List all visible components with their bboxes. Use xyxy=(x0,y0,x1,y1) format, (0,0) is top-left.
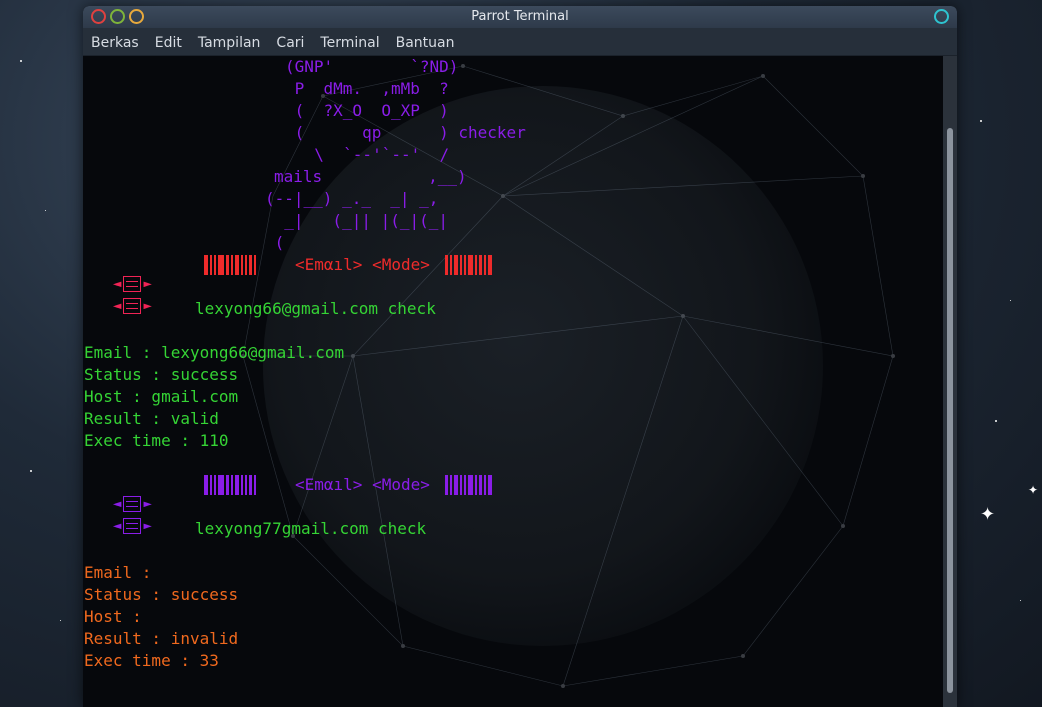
menu-edit[interactable]: Edit xyxy=(155,33,182,51)
barcode-decoration xyxy=(445,474,494,496)
menu-berkas[interactable]: Berkas xyxy=(91,33,139,51)
sparkle-icon: ✦ xyxy=(1028,483,1039,497)
ascii-banner-line: (GNP' `?ND) xyxy=(285,57,459,76)
command-line: lexyong77gmail.com check xyxy=(195,519,427,538)
exec-time-output: Exec time : 110 xyxy=(84,431,229,450)
vertical-scrollbar[interactable] xyxy=(943,56,957,707)
cpu-chip-icon: ◄ ► xyxy=(113,496,152,512)
status-output: Status : success xyxy=(84,365,239,384)
barcode-decoration xyxy=(204,254,258,276)
menu-tampilan[interactable]: Tampilan xyxy=(198,33,261,51)
ascii-banner-line: ( ?X_O O_XP ) xyxy=(285,101,449,120)
menu-cari[interactable]: Cari xyxy=(276,33,304,51)
ascii-banner-line: mails ,__) xyxy=(274,167,467,186)
status-output: Status : success xyxy=(84,585,239,604)
cpu-chip-icon: ◄ ► xyxy=(113,518,152,534)
sparkle-icon: ✦ xyxy=(980,504,996,525)
result-output: Result : valid xyxy=(84,409,219,428)
ascii-banner-line: _| (_|| |(_|(_| xyxy=(265,211,449,230)
ascii-banner-line: P dMm. ,mMb ? xyxy=(285,79,449,98)
mode-label: <Emαıl> <Mode> xyxy=(295,255,430,274)
ascii-banner-line: ( qp ) checker xyxy=(285,123,526,142)
email-output: Email : xyxy=(84,563,152,582)
title-bar[interactable]: Parrot Terminal xyxy=(83,6,957,28)
mode-label: <Emαıl> <Mode> xyxy=(295,475,430,494)
cpu-chip-icon: ◄ ► xyxy=(113,276,152,292)
menu-terminal[interactable]: Terminal xyxy=(320,33,379,51)
menu-bantuan[interactable]: Bantuan xyxy=(396,33,455,51)
barcode-decoration xyxy=(204,474,258,496)
host-output: Host : gmail.com xyxy=(84,387,239,406)
ascii-banner-line: (--|__) _._ _| _, xyxy=(265,189,439,208)
host-output: Host : xyxy=(84,607,142,626)
ascii-banner-line: ( xyxy=(265,233,285,252)
terminal-window: Parrot Terminal Berkas Edit Tampilan Car… xyxy=(83,6,957,707)
cpu-chip-icon: ◄ ► xyxy=(113,298,152,314)
barcode-decoration xyxy=(445,254,494,276)
exec-time-output: Exec time : 33 xyxy=(84,651,219,670)
window-title: Parrot Terminal xyxy=(471,9,569,24)
email-output: Email : lexyong66@gmail.com xyxy=(84,343,345,362)
menu-bar: Berkas Edit Tampilan Cari Terminal Bantu… xyxy=(83,28,957,56)
command-line: lexyong66@gmail.com check xyxy=(195,299,436,318)
scrollbar-thumb[interactable] xyxy=(947,128,953,693)
terminal-output[interactable]: (GNP' `?ND) P dMm. ,mMb ? ( ?X_O O_XP ) … xyxy=(83,56,943,707)
result-output: Result : invalid xyxy=(84,629,239,648)
ascii-banner-line: \ `--'`--' / xyxy=(295,145,450,164)
window-menu-button[interactable] xyxy=(934,9,949,24)
